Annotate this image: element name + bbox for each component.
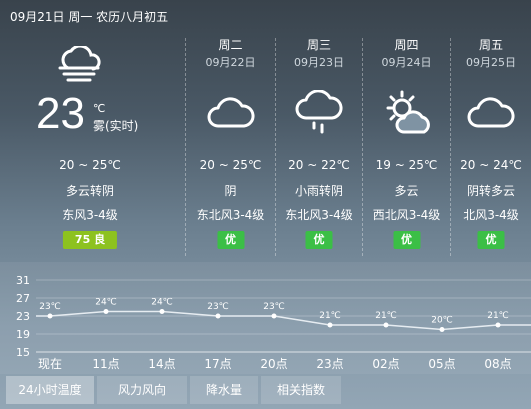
cloudy-fog-icon bbox=[58, 46, 101, 82]
y-tick-label: 19 bbox=[16, 328, 30, 341]
today-realtime-condition: 雾(实时) bbox=[93, 119, 139, 133]
today-wind: 东风3-4级 bbox=[62, 208, 118, 222]
x-tick-label: 23点 bbox=[316, 357, 343, 371]
data-point bbox=[215, 313, 221, 319]
forecast-wind: 东北风3-4级 bbox=[196, 208, 265, 222]
forecast-condition: 阴 bbox=[224, 184, 237, 198]
data-label: 23℃ bbox=[207, 302, 229, 312]
partly-cloudy-icon bbox=[386, 90, 430, 134]
forecast-weekday: 周五 bbox=[478, 38, 503, 52]
light-rain-icon bbox=[295, 90, 343, 134]
forecast-day: 周二 09月22日 20 ~ 25℃ 阴 东北风3-4级 优 bbox=[186, 0, 275, 262]
data-label: 20℃ bbox=[431, 316, 453, 326]
data-point bbox=[383, 322, 389, 328]
x-tick-label: 11点 bbox=[92, 357, 119, 371]
cloud-icon bbox=[467, 97, 515, 128]
forecast-weekday: 周三 bbox=[306, 38, 331, 52]
cloud-icon bbox=[207, 97, 254, 128]
x-tick-label: 05点 bbox=[428, 357, 455, 371]
today-condition: 多云转阴 bbox=[65, 184, 114, 198]
forecast-temperature-range: 20 ~ 22℃ bbox=[288, 158, 350, 172]
forecast-day: 周四 09月24日 19 ~ 25℃ 多云 西北风3-4级 优 bbox=[363, 0, 450, 262]
forecast-day: 周三 09月23日 20 ~ 22℃ 小雨转阴 东北风3-4级 优 bbox=[276, 0, 362, 262]
forecast-date: 09月24日 bbox=[381, 56, 432, 69]
data-label: 24℃ bbox=[151, 298, 173, 308]
forecast-weekday: 周四 bbox=[394, 38, 419, 52]
data-point bbox=[47, 313, 53, 319]
y-tick-label: 23 bbox=[16, 310, 30, 323]
data-label: 21℃ bbox=[375, 311, 397, 321]
forecast-aqi-badge: 优 bbox=[217, 231, 244, 249]
data-point bbox=[495, 322, 501, 328]
forecast-temperature-range: 20 ~ 25℃ bbox=[199, 158, 262, 172]
y-tick-label: 15 bbox=[16, 346, 30, 359]
forecast-date: 09月25日 bbox=[466, 56, 516, 69]
forecast-wind: 东北风3-4级 bbox=[285, 208, 353, 222]
data-point bbox=[103, 309, 109, 314]
data-point bbox=[327, 322, 333, 328]
hourly-temperature-chart: 31 27 23 19 15 23℃ 24℃ 24℃ 23℃ 23℃ 21℃ 21℃ 20℃ 21℃ 现在 1… bbox=[0, 262, 531, 374]
x-tick-label: 20点 bbox=[260, 357, 287, 371]
today-temperature: 23 bbox=[36, 89, 85, 138]
forecast-temperature-range: 20 ~ 24℃ bbox=[460, 158, 522, 172]
forecast-aqi-badge: 优 bbox=[305, 231, 333, 249]
tab-wind[interactable]: 风力风向 bbox=[97, 376, 187, 404]
forecast-aqi-badge: 优 bbox=[393, 231, 420, 249]
today-temperature-range: 20 ~ 25℃ bbox=[59, 158, 121, 172]
forecast-date: 09月22日 bbox=[205, 56, 256, 69]
forecast-date: 09月23日 bbox=[294, 56, 344, 69]
forecast-aqi-badge: 优 bbox=[477, 231, 505, 249]
forecast-condition: 阴转多云 bbox=[466, 184, 515, 198]
forecast-wind: 西北风3-4级 bbox=[372, 208, 441, 222]
x-tick-label: 17点 bbox=[204, 357, 231, 371]
forecast-condition: 小雨转阴 bbox=[294, 184, 343, 198]
today-aqi-badge: 75 良 bbox=[62, 231, 118, 249]
x-tick-label: 14点 bbox=[148, 357, 175, 371]
forecast-day: 周五 09月25日 20 ~ 24℃ 阴转多云 北风3-4级 优 bbox=[451, 0, 531, 262]
x-tick-label: 02点 bbox=[372, 357, 399, 371]
today-temperature-unit: ℃ bbox=[93, 102, 106, 115]
y-tick-label: 27 bbox=[16, 292, 30, 305]
data-label: 21℃ bbox=[487, 311, 509, 321]
data-point bbox=[439, 327, 445, 332]
forecast-temperature-range: 19 ~ 25℃ bbox=[375, 158, 438, 172]
data-label: 23℃ bbox=[39, 302, 61, 312]
x-tick-label: 现在 bbox=[38, 357, 62, 371]
forecast-weekday: 周二 bbox=[218, 38, 243, 52]
tab-related-indices[interactable]: 相关指数 bbox=[261, 376, 341, 404]
tab-24h-temperature[interactable]: 24小时温度 bbox=[6, 376, 94, 404]
forecast-condition: 多云 bbox=[394, 184, 419, 198]
today-column: 23 ℃ 雾(实时) 20 ~ 25℃ 多云转阴 东风3-4级 75 良 bbox=[0, 0, 180, 262]
data-label: 24℃ bbox=[95, 298, 117, 308]
forecast-wind: 北风3-4级 bbox=[463, 208, 519, 222]
data-point bbox=[271, 313, 277, 319]
temperature-line bbox=[36, 310, 531, 331]
data-label: 21℃ bbox=[319, 311, 341, 321]
data-label: 23℃ bbox=[263, 302, 285, 312]
temperature-line-chart: 31 27 23 19 15 23℃ 24℃ 24℃ 23℃ 23℃ 21℃ 21℃ 20℃ 21℃ 现在 1… bbox=[16, 274, 531, 371]
x-tick-label: 08点 bbox=[484, 357, 511, 371]
y-tick-label: 31 bbox=[16, 274, 30, 287]
data-point bbox=[159, 309, 165, 314]
tab-precipitation[interactable]: 降水量 bbox=[190, 376, 258, 404]
